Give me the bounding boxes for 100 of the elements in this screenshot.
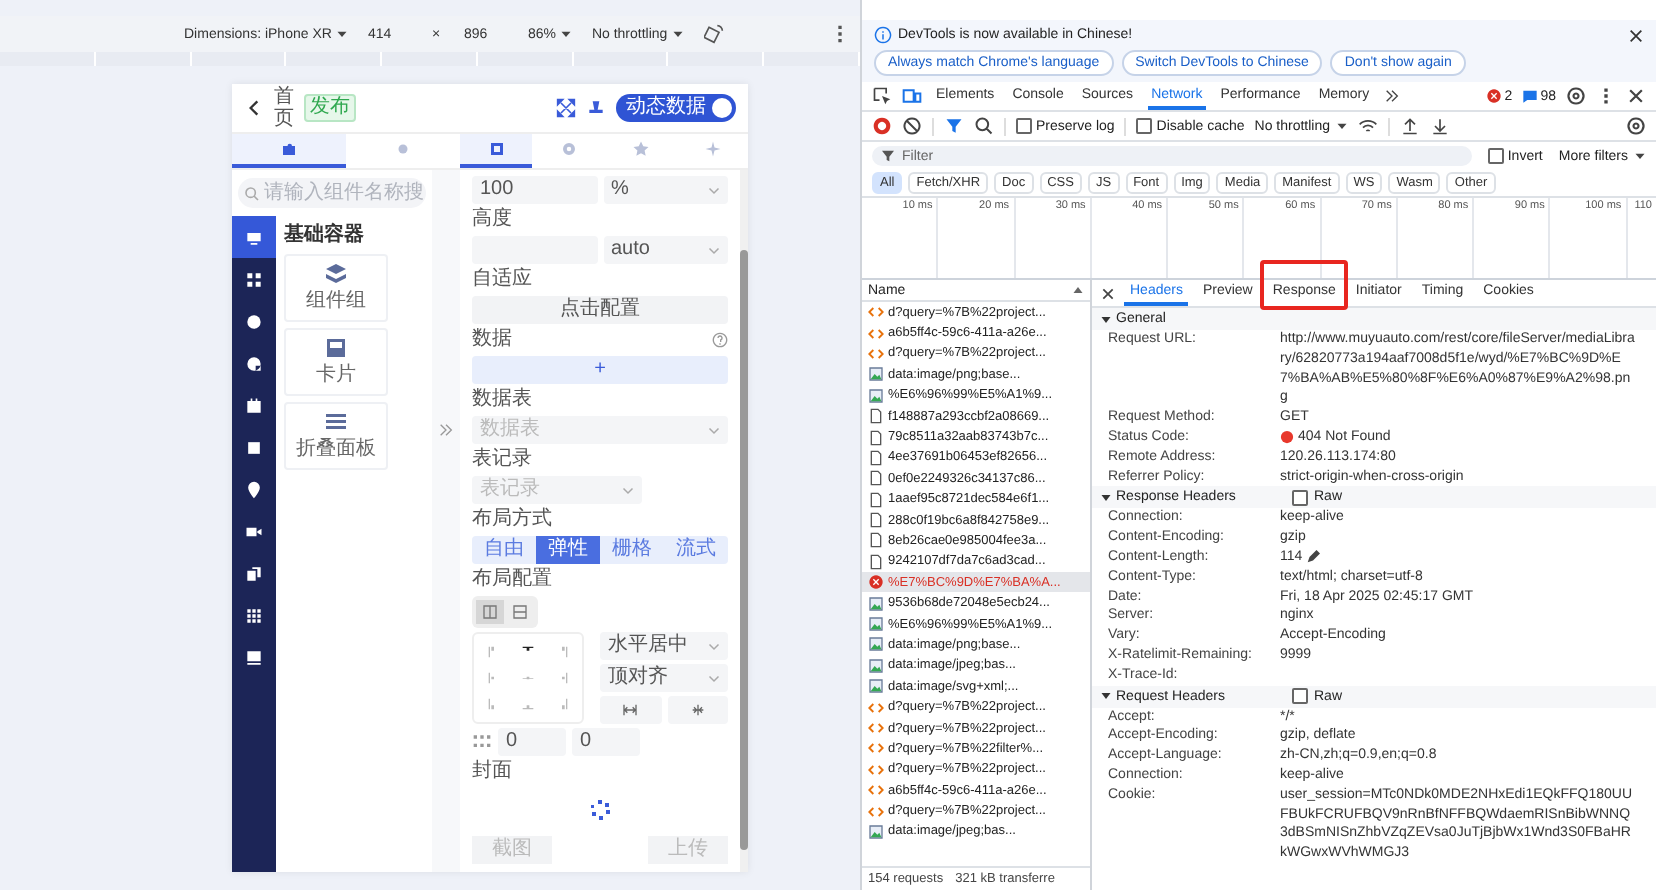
- close-icon[interactable]: [1628, 27, 1644, 43]
- search-icon: [244, 185, 260, 201]
- caret-icon: [671, 28, 684, 40]
- card-icon: [324, 336, 348, 360]
- image-icon: [868, 595, 884, 612]
- filter-icon: [880, 148, 896, 164]
- more-tabs-icon[interactable]: [1383, 88, 1400, 104]
- caret-icon: [708, 244, 720, 256]
- caret-icon: [708, 424, 720, 436]
- info-icon: [874, 26, 892, 44]
- expand-panel-icon[interactable]: [438, 422, 454, 438]
- image-icon: [868, 366, 884, 383]
- category-title: 基础容器: [284, 222, 366, 248]
- close-icon[interactable]: [1100, 285, 1116, 301]
- field-label: 高度: [472, 208, 512, 232]
- search-icon[interactable]: [974, 116, 994, 136]
- image-icon: [868, 616, 884, 633]
- code-icon: [868, 325, 884, 342]
- more-icon[interactable]: [836, 24, 844, 44]
- configure-button[interactable]: 点击配置: [472, 296, 728, 324]
- code-icon: [868, 699, 884, 716]
- code-icon: [868, 782, 884, 799]
- sparkle-icon: [703, 140, 721, 158]
- expand-icon[interactable]: [556, 98, 576, 118]
- gap-icon: [472, 732, 492, 752]
- caret-icon: [559, 28, 572, 40]
- filter-icon[interactable]: [944, 116, 964, 136]
- add-button[interactable]: +: [472, 356, 728, 384]
- image-icon: [868, 823, 884, 840]
- caret-icon: [1336, 120, 1349, 132]
- clear-icon[interactable]: [902, 116, 922, 136]
- rows-icon: [512, 604, 528, 620]
- caret-icon: [335, 28, 348, 40]
- field-label: 数据: [472, 328, 512, 352]
- spacing-button[interactable]: [667, 696, 728, 724]
- wifi-icon[interactable]: [1358, 116, 1379, 136]
- image-icon: [868, 678, 884, 695]
- back-icon[interactable]: [244, 98, 264, 118]
- component-card[interactable]: 卡片: [284, 328, 388, 396]
- error-icon: [1486, 88, 1503, 104]
- grid-icon: [244, 269, 264, 289]
- square-icon: [244, 437, 264, 457]
- caret-icon: [708, 184, 720, 196]
- inspect-icon[interactable]: [872, 86, 892, 106]
- component-card[interactable]: 折叠面板: [284, 402, 388, 470]
- error-icon: [868, 574, 884, 591]
- upload-icon[interactable]: [1400, 116, 1421, 136]
- select-field[interactable]: 顶对齐: [600, 664, 728, 692]
- caret-icon: [708, 640, 720, 652]
- message-icon: [1522, 88, 1539, 104]
- code-icon: [868, 740, 884, 757]
- config-tab[interactable]: [460, 134, 532, 168]
- value-field[interactable]: 100: [472, 176, 597, 204]
- loading-spinner-icon: [588, 798, 612, 822]
- caret-icon: [1634, 150, 1646, 162]
- spacing-icon: [622, 702, 639, 718]
- device-toolbar-icon[interactable]: [902, 86, 922, 106]
- gap-field[interactable]: 0: [498, 728, 566, 756]
- panel-icon: [244, 647, 264, 667]
- calendar-icon: [244, 395, 264, 415]
- download-icon[interactable]: [1430, 116, 1451, 136]
- field-label: 自适应: [472, 268, 532, 292]
- monitor-icon: [244, 227, 264, 247]
- code-icon: [868, 345, 884, 362]
- unit-select[interactable]: %: [603, 176, 728, 204]
- publish-badge: 发布: [304, 94, 356, 122]
- spacing-button[interactable]: [600, 696, 661, 724]
- copy-icon: [244, 563, 264, 583]
- caret-icon: [622, 484, 634, 496]
- code-icon: [868, 304, 884, 321]
- page-title: 首页: [274, 86, 294, 130]
- gap-field[interactable]: 0: [572, 728, 640, 756]
- dynamic-data-toggle[interactable]: 动态数据: [616, 94, 736, 122]
- layout-option[interactable]: 弹性: [536, 536, 600, 564]
- select-field[interactable]: 水平居中: [600, 632, 728, 660]
- code-icon: [868, 803, 884, 820]
- close-icon[interactable]: [1626, 86, 1646, 106]
- field-label: 数据表: [472, 388, 532, 412]
- field-label: 封面: [472, 760, 512, 784]
- record-icon[interactable]: [872, 116, 892, 136]
- component-card[interactable]: 组件组: [284, 254, 388, 322]
- list-icon: [324, 410, 348, 434]
- stamp-icon[interactable]: [586, 98, 606, 118]
- code-icon: [868, 720, 884, 736]
- sort-icon[interactable]: [1072, 284, 1084, 296]
- layers-icon: [324, 262, 348, 286]
- table-icon: [244, 605, 264, 625]
- pencil-icon[interactable]: [1306, 550, 1321, 565]
- field-label: 表记录: [472, 448, 532, 472]
- settings-icon[interactable]: [1626, 116, 1646, 136]
- spacing-icon: [689, 702, 706, 718]
- panel-tab[interactable]: [232, 134, 346, 168]
- settings-icon[interactable]: [1566, 86, 1586, 106]
- rotate-icon[interactable]: [703, 24, 724, 44]
- pin-icon: [244, 479, 264, 499]
- code-icon: [868, 761, 884, 778]
- image-icon: [868, 636, 884, 653]
- unit-select[interactable]: auto: [603, 236, 728, 264]
- image-icon: [868, 387, 884, 404]
- columns-icon: [482, 604, 498, 620]
